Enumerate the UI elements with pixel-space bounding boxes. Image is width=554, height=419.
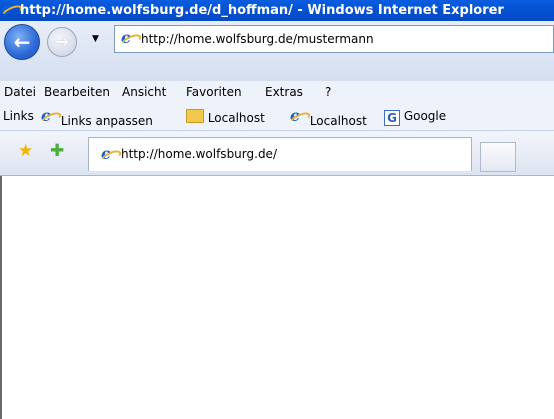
page-content	[0, 176, 554, 419]
link-google[interactable]: G Google	[384, 109, 446, 126]
tab-bar: ★ ✚ http://home.wolfsburg.de/	[0, 131, 554, 176]
google-icon: G	[384, 110, 400, 126]
window-title: http://home.wolfsburg.de/d_hoffman/ - Wi…	[20, 3, 504, 18]
page-ie-icon	[121, 28, 137, 47]
folder-icon	[186, 109, 204, 123]
links-bar: Links Links anpassen Localhost Localhost…	[0, 103, 554, 131]
ie-icon	[41, 106, 57, 125]
menu-datei[interactable]: Datei	[4, 85, 36, 99]
tab-current[interactable]: http://home.wolfsburg.de/	[88, 137, 472, 171]
links-label[interactable]: Links	[3, 109, 34, 123]
title-bar: http://home.wolfsburg.de/d_hoffman/ - Wi…	[0, 0, 554, 21]
forward-arrow-icon: →	[55, 32, 69, 51]
favorites-star-icon[interactable]: ★	[18, 143, 33, 160]
address-bar[interactable]	[114, 25, 554, 53]
forward-button[interactable]: →	[47, 27, 77, 57]
history-dropdown-icon[interactable]: ▼	[92, 34, 99, 44]
address-input[interactable]	[141, 29, 541, 49]
tab-label: http://home.wolfsburg.de/	[121, 147, 277, 161]
menu-bar: Datei Bearbeiten Ansicht Favoriten Extra…	[0, 81, 554, 103]
new-tab-button[interactable]	[480, 142, 516, 172]
add-favorite-icon[interactable]: ✚	[50, 143, 64, 160]
link-links-anpassen[interactable]: Links anpassen	[41, 106, 153, 128]
back-arrow-icon: ←	[13, 30, 31, 54]
tab-ie-icon	[101, 144, 117, 163]
link-localhost[interactable]: Localhost	[290, 106, 367, 128]
ie-icon	[290, 106, 306, 125]
link-localhost-folder[interactable]: Localhost	[186, 109, 265, 125]
menu-favoriten[interactable]: Favoriten	[186, 85, 242, 99]
back-button[interactable]: ←	[4, 24, 40, 60]
menu-help[interactable]: ?	[325, 85, 331, 99]
menu-extras[interactable]: Extras	[265, 85, 303, 99]
menu-bearbeiten[interactable]: Bearbeiten	[44, 85, 110, 99]
menu-ansicht[interactable]: Ansicht	[122, 85, 166, 99]
ie-icon	[2, 0, 18, 18]
